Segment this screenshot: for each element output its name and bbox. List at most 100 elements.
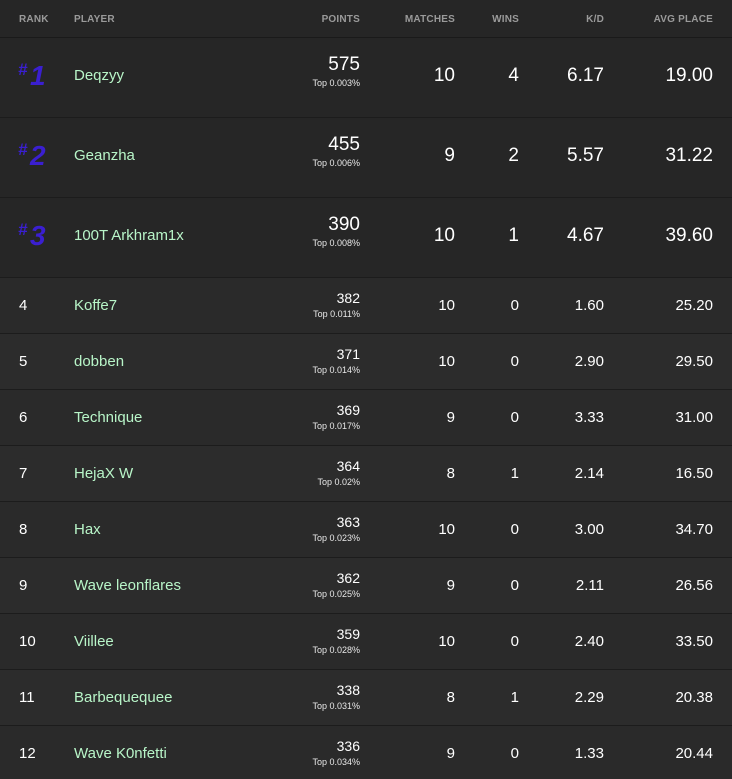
points-percentile: Top 0.014% [312,365,360,375]
avg-place-value: 29.50 [675,353,713,370]
points-percentile: Top 0.028% [312,645,360,655]
matches-value: 9 [446,409,455,426]
rank-number: 3 [30,220,46,251]
table-row[interactable]: 7 HejaX W 364 Top 0.02% 8 1 2.14 16.50 [0,446,732,502]
avg-place-value: 16.50 [675,465,713,482]
points-percentile: Top 0.02% [317,477,360,487]
kd-value: 2.29 [574,689,604,706]
points-percentile: Top 0.034% [312,757,360,767]
table-row[interactable]: 4 Koffe7 382 Top 0.011% 10 0 1.60 25.20 [0,278,732,334]
rank-number: 5 [19,353,28,370]
kd-value: 1.60 [574,297,604,314]
matches-value: 9 [444,145,455,166]
kd-value: 2.11 [575,577,604,594]
wins-value: 0 [510,577,519,594]
rank-number: 10 [19,633,36,650]
player-name-link[interactable]: Koffe7 [74,297,117,314]
kd-value: 2.40 [574,633,604,650]
avg-place-value: 25.20 [675,297,713,314]
player-name-link[interactable]: Wave K0nfetti [74,745,167,762]
table-row[interactable]: 6 Technique 369 Top 0.017% 9 0 3.33 31.0… [0,390,732,446]
table-row[interactable]: 9 Wave leonflares 362 Top 0.025% 9 0 2.1… [0,558,732,614]
points-value: 362 [336,570,360,586]
rank-badge: # 3 [18,218,58,258]
table-row[interactable]: # 2 Geanzha 455 Top 0.006% 9 2 5.57 31.2… [0,118,732,198]
column-header-avg-place[interactable]: AVG PLACE [654,14,713,25]
kd-value: 2.90 [574,353,604,370]
avg-place-value: 34.70 [675,521,713,538]
avg-place-value: 31.22 [665,145,713,166]
player-name-link[interactable]: Geanzha [74,147,135,164]
points-value: 455 [328,134,360,155]
table-row[interactable]: 10 Viillee 359 Top 0.028% 10 0 2.40 33.5… [0,614,732,670]
table-row[interactable]: 5 dobben 371 Top 0.014% 10 0 2.90 29.50 [0,334,732,390]
player-name-link[interactable]: Barbequequee [74,689,172,706]
player-name-link[interactable]: Technique [74,409,142,426]
points-cell: 390 Top 0.008% [312,214,360,248]
points-value: 364 [336,458,360,474]
points-cell: 575 Top 0.003% [312,54,360,88]
points-cell: 336 Top 0.034% [312,738,360,767]
table-header: RANK PLAYER POINTS MATCHES WINS K/D AVG … [0,0,732,38]
wins-value: 0 [510,353,519,370]
points-cell: 338 Top 0.031% [312,682,360,711]
column-header-points[interactable]: POINTS [322,14,360,25]
matches-value: 10 [438,297,455,314]
matches-value: 10 [433,225,455,246]
points-cell: 362 Top 0.025% [312,570,360,599]
rank-number: 8 [19,521,28,538]
avg-place-value: 26.56 [675,577,713,594]
kd-value: 1.33 [574,745,604,762]
wins-value: 1 [508,225,519,246]
column-header-player[interactable]: PLAYER [74,14,115,25]
matches-value: 8 [446,689,455,706]
player-name-link[interactable]: dobben [74,353,124,370]
matches-value: 10 [438,633,455,650]
kd-value: 3.33 [574,409,604,426]
points-cell: 382 Top 0.011% [313,290,360,319]
points-value: 369 [336,402,360,418]
avg-place-value: 20.38 [675,689,713,706]
points-cell: 359 Top 0.028% [312,626,360,655]
rank-hash: # [18,220,28,239]
column-header-matches[interactable]: MATCHES [405,14,455,25]
table-row[interactable]: 11 Barbequequee 338 Top 0.031% 8 1 2.29 … [0,670,732,726]
player-name-link[interactable]: 100T Arkhram1x [74,227,184,244]
table-row[interactable]: # 1 Deqzyy 575 Top 0.003% 10 4 6.17 19.0… [0,38,732,118]
points-value: 338 [336,682,360,698]
points-value: 336 [336,738,360,754]
player-name-link[interactable]: HejaX W [74,465,133,482]
player-name-link[interactable]: Wave leonflares [74,577,181,594]
column-header-wins[interactable]: WINS [492,14,519,25]
player-name-link[interactable]: Deqzyy [74,67,124,84]
rank-hash: # [18,140,28,159]
rank-number: 1 [30,60,46,91]
wins-value: 0 [510,409,519,426]
points-cell: 371 Top 0.014% [312,346,360,375]
avg-place-value: 19.00 [665,65,713,86]
wins-value: 0 [510,297,519,314]
kd-value: 4.67 [567,225,604,246]
wins-value: 4 [508,65,519,86]
wins-value: 0 [510,745,519,762]
kd-value: 2.14 [574,465,604,482]
matches-value: 10 [438,353,455,370]
player-name-link[interactable]: Viillee [74,633,114,650]
points-cell: 364 Top 0.02% [317,458,360,487]
rank-number: 12 [19,745,36,762]
column-header-kd[interactable]: K/D [586,14,604,25]
wins-value: 1 [510,465,519,482]
table-row[interactable]: 8 Hax 363 Top 0.023% 10 0 3.00 34.70 [0,502,732,558]
table-row[interactable]: # 3 100T Arkhram1x 390 Top 0.008% 10 1 4… [0,198,732,278]
points-value: 371 [336,346,360,362]
rank-number: 9 [19,577,28,594]
matches-value: 9 [446,577,455,594]
points-percentile: Top 0.017% [312,421,360,431]
matches-value: 8 [446,465,455,482]
points-cell: 363 Top 0.023% [312,514,360,543]
table-row[interactable]: 12 Wave K0nfetti 336 Top 0.034% 9 0 1.33… [0,726,732,779]
points-percentile: Top 0.031% [312,701,360,711]
player-name-link[interactable]: Hax [74,521,101,538]
column-header-rank[interactable]: RANK [19,14,49,25]
wins-value: 0 [510,521,519,538]
